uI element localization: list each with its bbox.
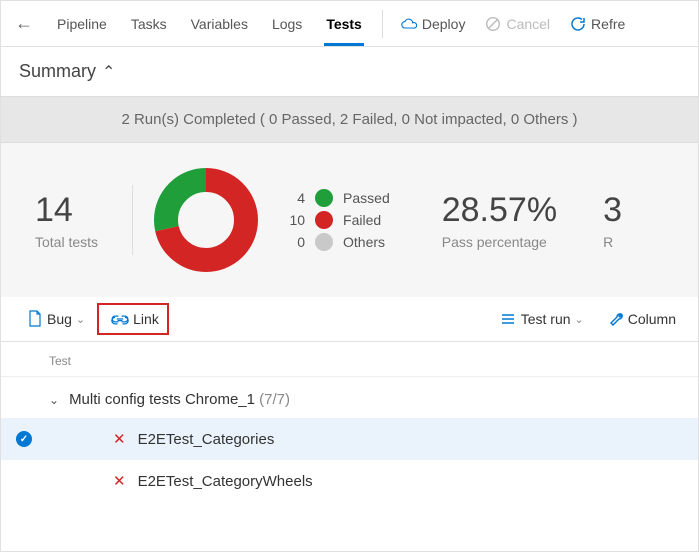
link-label: Link [133, 311, 159, 327]
deploy-button[interactable]: Deploy [391, 16, 476, 32]
deploy-label: Deploy [422, 16, 466, 32]
bug-button[interactable]: Bug ⌄ [15, 304, 97, 334]
total-tests-label: Total tests [35, 234, 98, 250]
chevron-down-icon: ⌄ [575, 313, 584, 326]
column-button[interactable]: Column [596, 305, 684, 333]
column-header-test[interactable]: Test [1, 348, 698, 377]
extra-stat-label: R [603, 234, 622, 250]
test-name: E2ETest_CategoryWheels [138, 473, 313, 490]
bug-file-icon [27, 310, 43, 328]
donut-block: 4 Passed 10 Failed 0 Others [133, 165, 408, 275]
donut-chart [151, 165, 261, 275]
refresh-button[interactable]: Refre [560, 16, 635, 32]
cancel-label: Cancel [506, 16, 550, 32]
tab-logs[interactable]: Logs [260, 1, 314, 46]
runs-summary-bar: 2 Run(s) Completed ( 0 Passed, 2 Failed,… [1, 96, 698, 143]
extra-stat-value: 3 [603, 191, 622, 230]
tab-pipeline[interactable]: Pipeline [45, 1, 119, 46]
pass-pct-label: Pass percentage [442, 234, 557, 250]
test-group-name: Multi config tests Chrome_1 [69, 391, 255, 408]
tests-toolbar: Bug ⌄ Link Test run ⌄ Column [1, 297, 698, 342]
donut-legend: 4 Passed 10 Failed 0 Others [281, 185, 390, 255]
test-row[interactable]: ✕ E2ETest_CategoryWheels [1, 460, 698, 502]
summary-header[interactable]: Summary ⌃ [1, 47, 698, 96]
chevron-down-icon: ⌄ [49, 393, 59, 407]
cancel-button: Cancel [475, 16, 560, 32]
row-checkbox[interactable] [1, 431, 47, 447]
nav-separator [382, 10, 383, 38]
legend-passed: 4 Passed [281, 189, 390, 207]
cloud-icon [401, 17, 417, 31]
pass-pct-block: 28.57% Pass percentage [408, 191, 591, 250]
link-button[interactable]: Link [97, 303, 169, 335]
column-label: Column [628, 311, 676, 327]
tests-list: Test ⌄ Multi config tests Chrome_1 (7/7)… [1, 342, 698, 502]
legend-others-count: 0 [281, 234, 305, 250]
legend-failed-label: Failed [343, 212, 381, 228]
refresh-label: Refre [591, 16, 625, 32]
wrench-icon [608, 311, 624, 327]
test-name: E2ETest_Categories [138, 431, 275, 448]
pass-pct-value: 28.57% [442, 191, 557, 230]
summary-title: Summary [19, 61, 96, 82]
refresh-icon [570, 16, 586, 32]
link-icon [111, 312, 129, 326]
tab-variables[interactable]: Variables [179, 1, 260, 46]
fail-x-icon: ✕ [113, 430, 126, 448]
testrun-button[interactable]: Test run ⌄ [487, 305, 596, 333]
bug-label: Bug [47, 311, 72, 327]
legend-passed-label: Passed [343, 190, 390, 206]
checked-circle-icon [16, 431, 32, 447]
passed-dot-icon [315, 189, 333, 207]
back-arrow-icon[interactable]: ← [11, 9, 37, 38]
tab-tests[interactable]: Tests [314, 1, 374, 46]
test-group-count: (7/7) [259, 391, 290, 408]
total-tests-value: 14 [35, 191, 98, 230]
legend-failed-count: 10 [281, 212, 305, 228]
nav-tabs: Pipeline Tasks Variables Logs Tests [45, 1, 374, 46]
test-group-row[interactable]: ⌄ Multi config tests Chrome_1 (7/7) [1, 377, 698, 418]
testrun-label: Test run [521, 311, 571, 327]
prohibit-icon [485, 16, 501, 32]
chevron-up-icon: ⌃ [102, 62, 115, 82]
extra-stat-block: 3 R [591, 191, 628, 250]
top-nav: ← Pipeline Tasks Variables Logs Tests De… [1, 1, 698, 47]
chevron-down-icon: ⌄ [76, 313, 85, 326]
fail-x-icon: ✕ [113, 472, 126, 490]
nav-actions: Deploy Cancel Refre [391, 16, 635, 32]
legend-passed-count: 4 [281, 190, 305, 206]
legend-others: 0 Others [281, 233, 390, 251]
testrun-icon [499, 312, 517, 326]
others-dot-icon [315, 233, 333, 251]
tab-tasks[interactable]: Tasks [119, 1, 179, 46]
test-row[interactable]: ✕ E2ETest_Categories [1, 418, 698, 460]
failed-dot-icon [315, 211, 333, 229]
legend-others-label: Others [343, 234, 385, 250]
runs-summary-text: 2 Run(s) Completed ( 0 Passed, 2 Failed,… [121, 111, 577, 128]
stats-panel: 14 Total tests 4 Passed 10 Failed 0 [1, 143, 698, 297]
legend-failed: 10 Failed [281, 211, 390, 229]
total-tests-block: 14 Total tests [1, 191, 132, 250]
